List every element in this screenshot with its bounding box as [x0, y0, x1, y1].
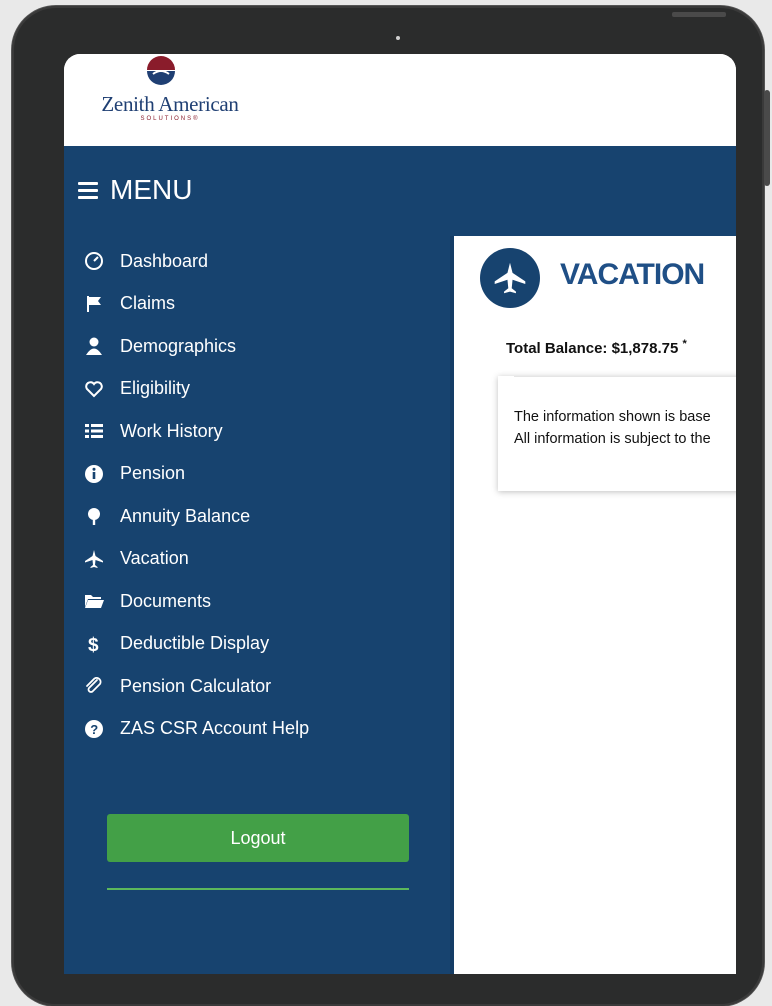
power-button	[672, 12, 726, 17]
volume-button	[764, 90, 770, 186]
total-balance: Total Balance: $1,878.75 *	[506, 338, 687, 357]
question-icon: ?	[84, 719, 120, 739]
balance-text: Total Balance: $1,878.75	[506, 340, 679, 357]
menu-title: MENU	[110, 174, 193, 205]
sidebar-item-work-history[interactable]: Work History	[84, 410, 444, 453]
logout-button[interactable]: Logout	[107, 814, 409, 862]
sidebar-item-label: ZAS CSR Account Help	[120, 718, 310, 739]
sidebar-item-label: Annuity Balance	[120, 505, 251, 526]
svg-text:?: ?	[90, 722, 98, 737]
sidebar-item-label: Eligibility	[120, 378, 191, 399]
tablet-frame: Zenith American SOLUTIONS® MENU Dashboar…	[12, 6, 764, 1006]
sidebar-item-vacation[interactable]: Vacation	[84, 538, 444, 581]
sidebar-nav: Dashboard Claims Demographics Eligibilit…	[84, 240, 444, 750]
sidebar-item-demographics[interactable]: Demographics	[84, 325, 444, 368]
page-title: VACATION	[560, 258, 705, 291]
camera-dot	[396, 36, 400, 40]
plane-icon	[84, 549, 120, 569]
plane-icon	[494, 262, 526, 294]
divider	[107, 888, 409, 890]
user-icon	[84, 336, 120, 356]
info-icon	[84, 464, 120, 484]
sidebar-item-claims[interactable]: Claims	[84, 283, 444, 326]
sidebar-item-label: Dashboard	[120, 250, 209, 271]
sidebar-item-label: Deductible Display	[120, 633, 270, 654]
sidebar-item-label: Documents	[120, 590, 212, 611]
main-content: VACATION Total Balance: $1,878.75 * The …	[454, 236, 736, 974]
tree-icon	[84, 506, 120, 526]
header: Zenith American SOLUTIONS®	[64, 54, 736, 146]
dollar-icon: $	[84, 634, 120, 654]
heart-icon	[84, 379, 120, 399]
folder-icon	[84, 591, 120, 611]
sidebar-item-annuity-balance[interactable]: Annuity Balance	[84, 495, 444, 538]
sidebar-item-pension-calculator[interactable]: Pension Calculator	[84, 665, 444, 708]
flag-icon	[84, 294, 120, 314]
sidebar-item-deductible-display[interactable]: $ Deductible Display	[84, 623, 444, 666]
sidebar-item-documents[interactable]: Documents	[84, 580, 444, 623]
sidebar-item-label: Claims	[120, 293, 176, 314]
info-line: The information shown is base	[514, 409, 711, 425]
sidebar-item-pension[interactable]: Pension	[84, 453, 444, 496]
balance-footnote-mark: *	[682, 338, 687, 350]
sidebar-item-label: Vacation	[120, 548, 189, 569]
brand-subtitle: SOLUTIONS®	[140, 116, 200, 122]
paperclip-icon	[84, 676, 120, 696]
sidebar-item-label: Pension Calculator	[120, 675, 272, 696]
info-text: The information shown is base All inform…	[514, 406, 736, 450]
info-line: All information is subject to the	[514, 431, 711, 447]
vacation-badge	[480, 248, 540, 308]
info-card: The information shown is base All inform…	[498, 376, 736, 491]
sidebar-item-eligibility[interactable]: Eligibility	[84, 368, 444, 411]
brand-name: Zenith American	[101, 92, 239, 116]
divider	[514, 376, 736, 377]
list-icon	[84, 421, 120, 441]
sidebar-item-label: Demographics	[120, 335, 237, 356]
dashboard-icon	[84, 251, 120, 271]
sidebar-item-label: Pension	[120, 463, 186, 484]
svg-text:$: $	[88, 635, 99, 654]
app-screen: Zenith American SOLUTIONS® MENU Dashboar…	[64, 54, 736, 974]
logo-icon	[147, 56, 175, 85]
menu-toggle[interactable]: MENU	[78, 174, 192, 206]
hamburger-icon	[78, 181, 98, 199]
sidebar-item-label: Work History	[120, 420, 223, 441]
sidebar-item-dashboard[interactable]: Dashboard	[84, 240, 444, 283]
sidebar-item-account-help[interactable]: ? ZAS CSR Account Help	[84, 708, 444, 751]
